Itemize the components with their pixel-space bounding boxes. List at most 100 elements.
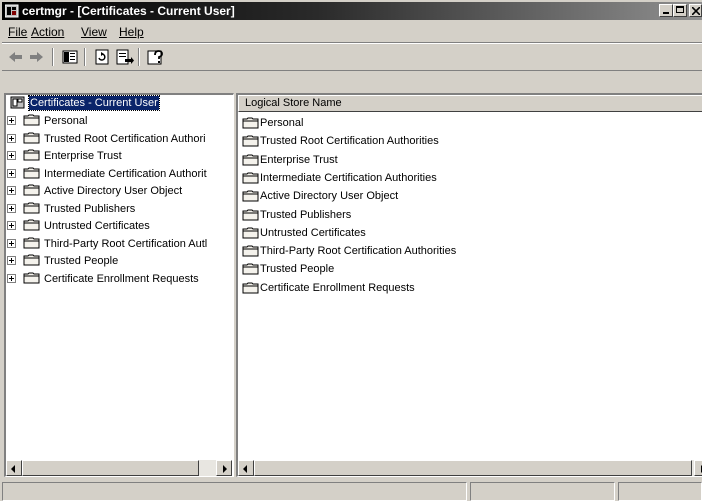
folder-icon — [242, 172, 259, 184]
expand-plus-icon[interactable] — [7, 186, 16, 195]
list-item-label: Intermediate Certification Authorities — [260, 171, 437, 184]
list-item-label: Active Directory User Object — [260, 190, 399, 203]
list-item-label: Trusted People — [260, 263, 335, 276]
folder-icon — [242, 117, 259, 129]
status-panel — [2, 482, 467, 501]
toolbar — [2, 43, 702, 71]
close-button[interactable] — [689, 4, 702, 17]
minimize-icon — [663, 12, 669, 14]
tree-item-label: Active Directory User Object — [44, 185, 183, 197]
close-icon — [692, 7, 700, 15]
tree-item-label: Trusted Publishers — [44, 202, 136, 215]
back-arrow-icon[interactable] — [6, 47, 26, 67]
list-item-label: Trusted Root Certification Authorities — [260, 135, 439, 148]
menu-file[interactable]: File — [8, 25, 27, 39]
folder-icon — [242, 227, 259, 239]
mmc-window: certmgr - [Certificates - Current User] … — [0, 0, 702, 501]
expand-plus-icon[interactable] — [7, 133, 16, 143]
left-arrow-icon — [11, 465, 15, 473]
status-panel — [618, 482, 702, 501]
menu-file-label: File — [8, 25, 28, 39]
folder-icon — [23, 149, 40, 161]
folder-icon — [23, 132, 40, 143]
expand-plus-icon[interactable] — [7, 168, 16, 178]
folder-icon — [23, 254, 40, 266]
right-arrow-icon — [223, 465, 227, 473]
menu-view-label: View — [81, 25, 107, 39]
minimize-button[interactable] — [659, 4, 673, 17]
scroll-thumb[interactable] — [254, 460, 692, 476]
folder-icon — [242, 154, 259, 166]
result-pane: Logical Store Name Personal Trusted Root … — [236, 93, 702, 477]
list-item-label: Certificate Enrollment Requests — [260, 281, 415, 294]
folder-icon — [23, 219, 40, 231]
toolbar-separator — [138, 48, 140, 66]
folder-icon — [242, 135, 259, 147]
toolbar-separator — [52, 48, 54, 66]
maximize-button[interactable] — [673, 4, 687, 17]
expand-plus-icon[interactable] — [7, 151, 16, 160]
folder-icon — [242, 263, 259, 275]
folder-icon — [23, 167, 40, 178]
title-bar[interactable]: certmgr - [Certificates - Current User] — [2, 2, 702, 20]
folder-icon — [242, 245, 259, 257]
certificates-store-icon — [10, 96, 25, 109]
folder-icon — [242, 209, 259, 220]
status-bar — [2, 480, 702, 501]
tree-item-label: Personal — [44, 115, 88, 127]
toolbar-separator — [84, 48, 86, 66]
help-icon[interactable] — [146, 47, 166, 67]
folder-icon — [23, 237, 40, 248]
tree-item-label: Third-Party Root Certification Autl — [44, 237, 208, 250]
tree-root-label: Certificates - Current User — [28, 95, 160, 111]
list-item-label: Third-Party Root Certification Authoriti… — [260, 245, 457, 258]
folder-icon — [23, 272, 40, 283]
tree-horizontal-scrollbar[interactable] — [6, 460, 232, 476]
column-header-label: Logical Store Name — [245, 97, 342, 109]
list-item-label: Personal — [260, 117, 304, 129]
folder-icon — [242, 190, 259, 202]
scroll-thumb[interactable] — [22, 460, 199, 476]
console-tree-pane: Certificates - Current User Personal Trus… — [4, 93, 234, 477]
list-item-label: Untrusted Certificates — [260, 226, 366, 239]
folder-icon — [242, 282, 259, 294]
tree-item-label: Trusted People — [44, 255, 119, 267]
tree-item-label: Intermediate Certification Authorit — [44, 167, 207, 180]
export-list-icon[interactable] — [114, 47, 134, 67]
tree-item-label: Enterprise Trust — [44, 150, 122, 162]
expand-plus-icon[interactable] — [7, 273, 16, 283]
list-horizontal-scrollbar[interactable] — [238, 460, 702, 476]
scroll-left-button[interactable] — [6, 460, 22, 476]
expand-plus-icon[interactable] — [7, 221, 16, 230]
menu-bar: File Action View Help — [2, 22, 702, 43]
certificate-manager-icon — [5, 4, 19, 18]
menu-help[interactable]: Help — [119, 25, 144, 39]
left-arrow-icon — [243, 465, 247, 473]
expand-plus-icon[interactable] — [7, 203, 16, 213]
list-item-label: Enterprise Trust — [260, 153, 338, 166]
folder-icon — [23, 184, 40, 196]
tree-item-label: Untrusted Certificates — [44, 220, 150, 232]
scroll-left-button[interactable] — [238, 460, 254, 476]
maximize-icon — [676, 6, 684, 13]
scroll-right-button[interactable] — [694, 460, 702, 476]
menu-help-label: Help — [119, 25, 144, 39]
expand-plus-icon[interactable] — [7, 238, 16, 248]
window-title: certmgr - [Certificates - Current User] — [22, 4, 235, 18]
list-item-label: Trusted Publishers — [260, 208, 352, 221]
column-header-logical-store-name[interactable]: Logical Store Name — [238, 95, 702, 112]
expand-plus-icon[interactable] — [7, 256, 16, 265]
folder-icon — [23, 202, 40, 213]
show-hide-console-tree-icon[interactable] — [60, 47, 80, 67]
menu-action-label: Action — [31, 25, 65, 39]
expand-plus-icon[interactable] — [7, 116, 16, 125]
tree-item-label: Trusted Root Certification Authori — [44, 132, 206, 145]
tree-item-label: Certificate Enrollment Requests — [44, 272, 199, 285]
scroll-right-button[interactable] — [216, 460, 232, 476]
menu-view[interactable]: View — [81, 25, 107, 39]
refresh-icon[interactable] — [92, 47, 112, 67]
folder-icon — [23, 114, 40, 126]
menu-action[interactable]: Action — [31, 25, 64, 39]
status-panel — [470, 482, 615, 501]
forward-arrow-icon[interactable] — [26, 47, 46, 67]
